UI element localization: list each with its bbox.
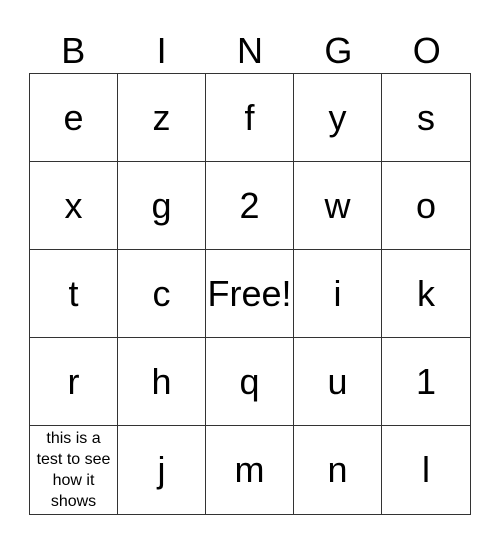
bingo-cell[interactable]: j — [118, 426, 206, 514]
bingo-cell[interactable]: h — [118, 338, 206, 426]
bingo-cell[interactable]: f — [206, 74, 294, 162]
bingo-cell[interactable]: this is a test to see how it shows — [30, 426, 118, 514]
bingo-cell[interactable]: z — [118, 74, 206, 162]
bingo-header: B I N G O — [29, 28, 471, 73]
header-letter-i: I — [156, 30, 167, 71]
bingo-cell[interactable]: y — [294, 74, 382, 162]
bingo-cell[interactable]: s — [382, 74, 470, 162]
bingo-cell[interactable]: 2 — [206, 162, 294, 250]
header-letter-g: G — [324, 30, 353, 71]
bingo-cell[interactable]: q — [206, 338, 294, 426]
bingo-cell[interactable]: r — [30, 338, 118, 426]
header-letter-b: B — [61, 30, 86, 71]
bingo-cell[interactable]: x — [30, 162, 118, 250]
bingo-cell[interactable]: l — [382, 426, 470, 514]
header-letter-n: N — [236, 30, 263, 71]
bingo-cell[interactable]: t — [30, 250, 118, 338]
header-letter-o: O — [412, 30, 441, 71]
bingo-cell[interactable]: e — [30, 74, 118, 162]
bingo-cell[interactable]: u — [294, 338, 382, 426]
bingo-cell[interactable]: c — [118, 250, 206, 338]
free-space-cell[interactable]: Free! — [206, 250, 294, 338]
bingo-cell[interactable]: w — [294, 162, 382, 250]
bingo-cell[interactable]: m — [206, 426, 294, 514]
bingo-cell[interactable]: i — [294, 250, 382, 338]
bingo-cell[interactable]: 1 — [382, 338, 470, 426]
bingo-cell[interactable]: g — [118, 162, 206, 250]
bingo-card: e z f y s x g 2 w o t c Free! i k r h q … — [29, 73, 471, 515]
bingo-cell[interactable]: o — [382, 162, 470, 250]
bingo-cell[interactable]: n — [294, 426, 382, 514]
bingo-cell[interactable]: k — [382, 250, 470, 338]
